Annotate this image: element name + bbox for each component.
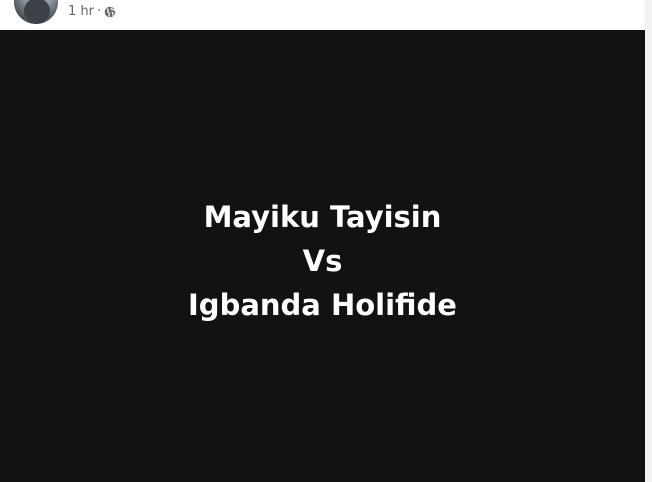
globe-icon[interactable] [104,6,116,18]
post-image-area[interactable]: Mayiku Tayisin Vs Igbanda Holifide [0,30,645,482]
timestamp-link[interactable]: 1 hr [68,3,94,21]
post-text-block: Mayiku Tayisin Vs Igbanda Holifide [0,195,645,327]
post-header: 1 hr · [0,0,645,30]
post-meta: 1 hr · [68,3,116,21]
avatar-silhouette [24,0,50,24]
post-line-3: Igbanda Holifide [188,288,457,322]
post-line-1: Mayiku Tayisin [203,200,442,234]
page-background-edge [645,0,652,482]
post-line-2: Vs [302,244,343,278]
meta-separator: · [97,4,102,19]
avatar[interactable] [14,0,58,24]
post-card: 1 hr · Mayiku Tayisin Vs Igbanda Holifid… [0,0,652,482]
